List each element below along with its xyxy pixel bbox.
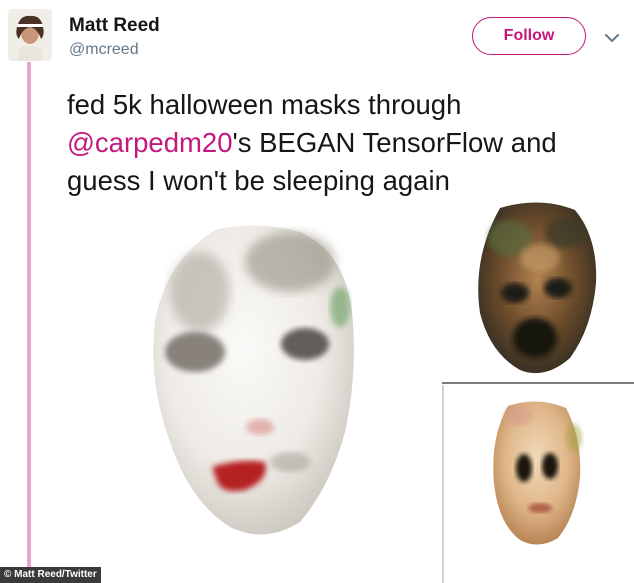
tweet-text: fed 5k halloween masks through @carpedm2… bbox=[67, 86, 627, 200]
follow-button[interactable]: Follow bbox=[472, 17, 586, 55]
tweet-text-part3: guess I won't be sleeping again bbox=[67, 165, 450, 196]
mask-image-top-right[interactable] bbox=[470, 198, 602, 378]
author-name[interactable]: Matt Reed bbox=[69, 15, 160, 37]
tweet-text-part1: fed 5k halloween masks through bbox=[67, 89, 462, 120]
avatar[interactable] bbox=[8, 9, 52, 61]
photo-credit: © Matt Reed/Twitter bbox=[0, 567, 101, 583]
thread-line bbox=[27, 62, 31, 567]
chevron-down-icon[interactable] bbox=[604, 30, 620, 46]
author-handle[interactable]: @mcreed bbox=[69, 41, 139, 59]
media-divider bbox=[442, 382, 634, 384]
media-divider-vertical bbox=[442, 385, 444, 583]
mask-image-bottom-right[interactable] bbox=[488, 398, 584, 548]
tweet-text-part2: 's BEGAN TensorFlow and bbox=[232, 127, 557, 158]
mention-link[interactable]: @carpedm20 bbox=[67, 127, 233, 158]
mask-image-large[interactable] bbox=[140, 222, 370, 542]
